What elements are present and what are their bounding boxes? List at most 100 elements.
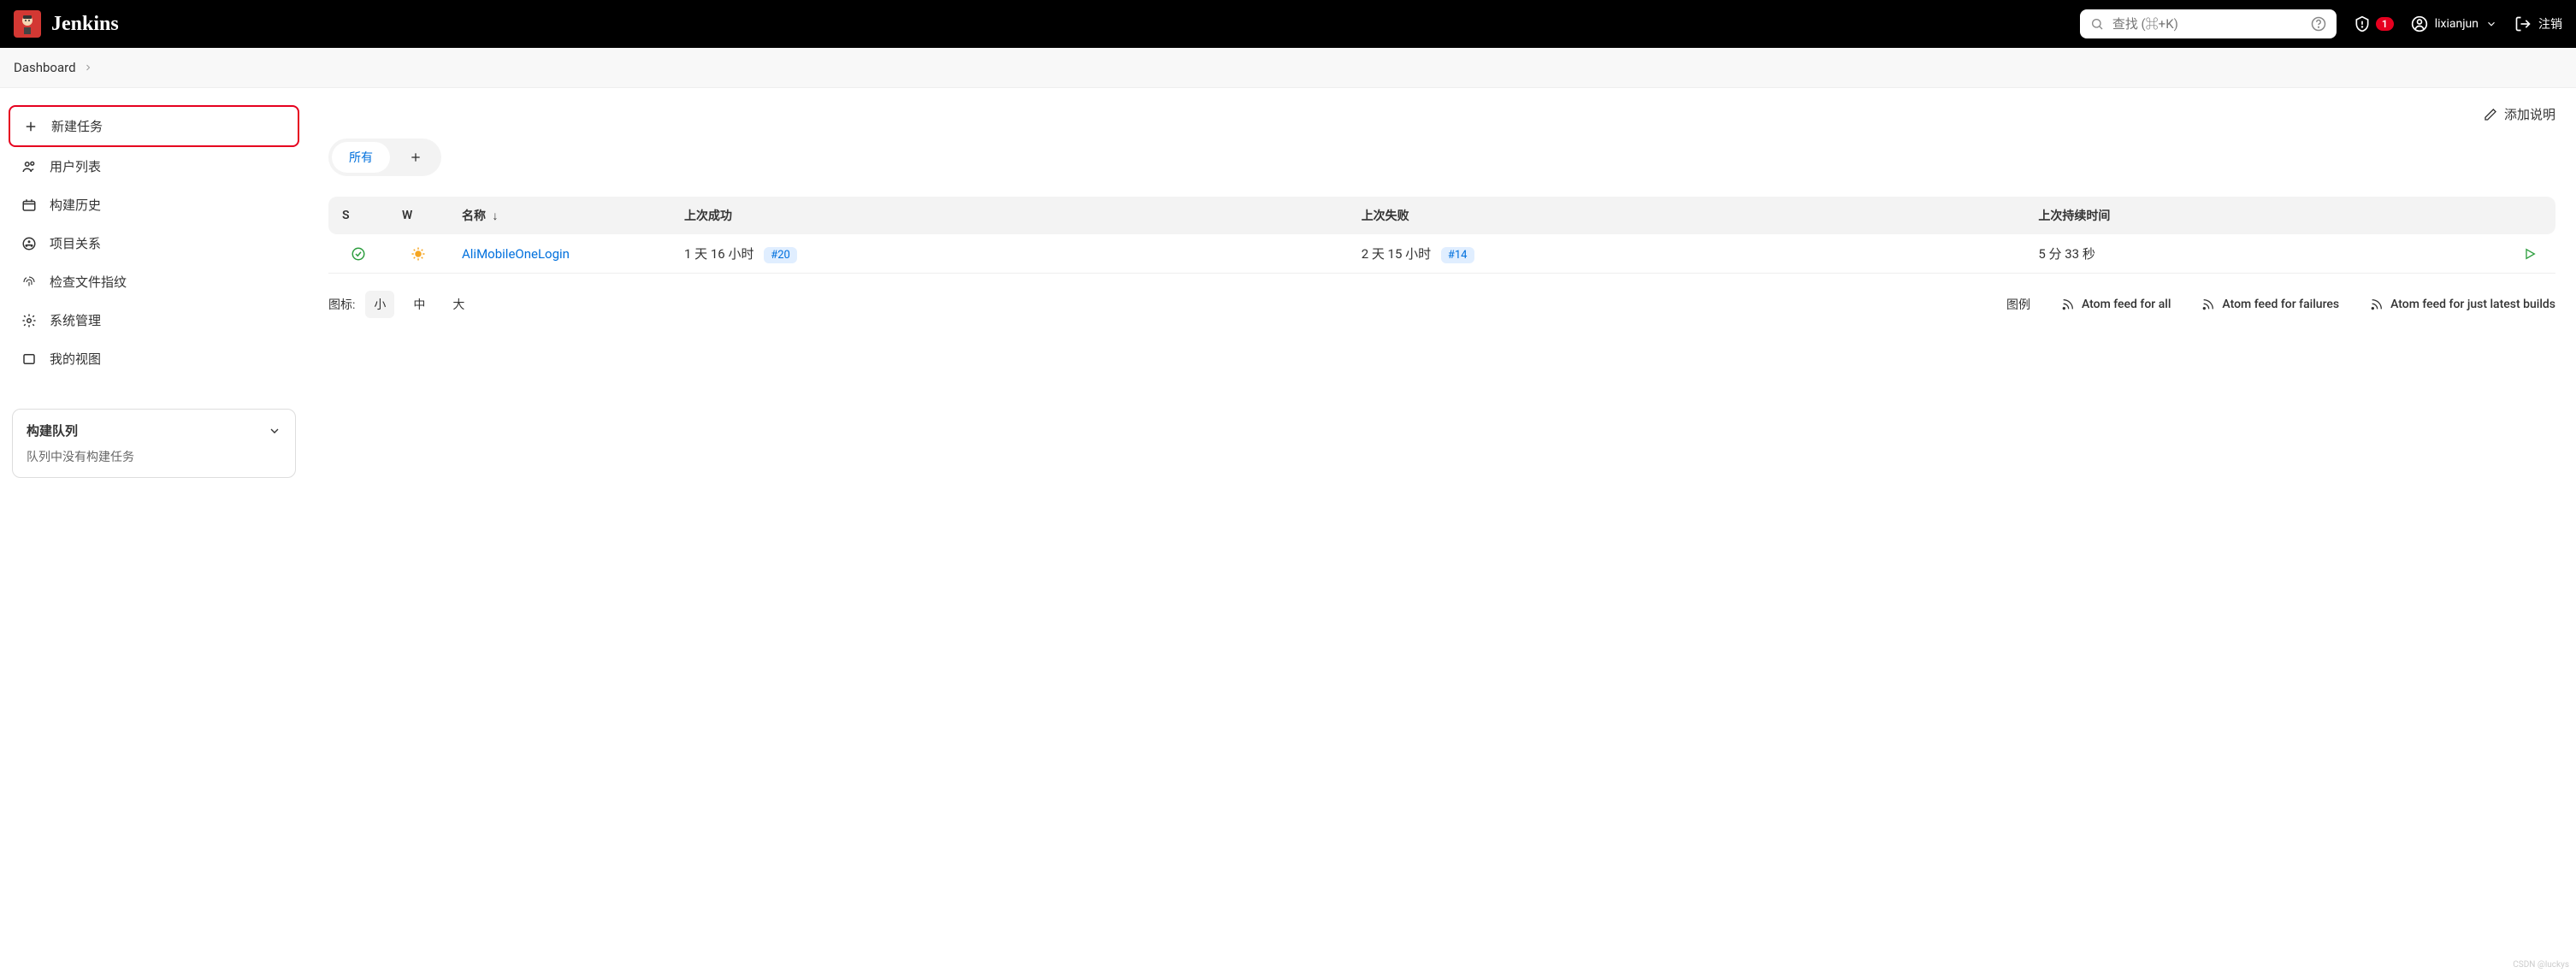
content: 添加说明 所有 S W 名称 ↓ 上次成功 上次失败 — [308, 88, 2576, 512]
sidebar-item-new-job[interactable]: 新建任务 — [9, 105, 299, 147]
build-badge-success[interactable]: #20 — [764, 247, 797, 263]
sun-icon — [411, 246, 426, 262]
legend-label: 图例 — [2006, 296, 2030, 313]
plus-icon — [409, 150, 422, 164]
build-queue-empty: 队列中没有构建任务 — [27, 448, 281, 465]
sidebar-item-label: 项目关系 — [50, 234, 101, 252]
sidebar-item-label: 我的视图 — [50, 350, 101, 368]
atom-failures-label: Atom feed for failures — [2222, 298, 2339, 311]
table-header-row: S W 名称 ↓ 上次成功 上次失败 上次持续时间 — [328, 197, 2555, 234]
add-desc-label: 添加说明 — [2504, 105, 2555, 123]
chevron-right-icon — [83, 62, 93, 73]
sidebar-item-build-history[interactable]: 构建历史 — [9, 186, 299, 224]
breadcrumb: Dashboard — [0, 48, 2576, 88]
sidebar-item-label: 用户列表 — [50, 157, 101, 175]
build-badge-failure[interactable]: #14 — [1441, 247, 1474, 263]
header: Jenkins 1 lixianjun — [0, 0, 2576, 48]
main-layout: 新建任务 用户列表 构建历史 项目关系 检查文件指纹 — [0, 88, 2576, 512]
search-box[interactable] — [2080, 9, 2337, 38]
header-left: Jenkins — [14, 10, 119, 38]
edit-icon — [2484, 108, 2497, 121]
duration-cell: 5 分 33 秒 — [2024, 234, 2504, 274]
icon-size-label: 图标: — [328, 296, 355, 313]
job-table: S W 名称 ↓ 上次成功 上次失败 上次持续时间 — [328, 197, 2555, 274]
shield-icon — [2354, 15, 2371, 32]
job-link[interactable]: AliMobileOneLogin — [462, 246, 570, 262]
sidebar-item-fingerprint[interactable]: 检查文件指纹 — [9, 262, 299, 301]
col-header-status[interactable]: S — [328, 197, 388, 234]
col-header-weather[interactable]: W — [388, 197, 448, 234]
sidebar-item-label: 检查文件指纹 — [50, 273, 127, 291]
col-header-last-success[interactable]: 上次成功 — [671, 197, 1348, 234]
col-header-action — [2504, 197, 2555, 234]
atom-failures-link[interactable]: Atom feed for failures — [2201, 298, 2339, 311]
build-queue-title: 构建队列 — [27, 422, 78, 439]
logout-icon — [2514, 15, 2532, 32]
view-icon — [21, 351, 38, 368]
atom-all-link[interactable]: Atom feed for all — [2061, 298, 2171, 311]
sidebar-item-relations[interactable]: 项目关系 — [9, 224, 299, 262]
relations-icon — [21, 235, 38, 252]
success-icon — [351, 246, 366, 262]
footer-links: 图例 Atom feed for all Atom feed for failu… — [2006, 296, 2555, 313]
size-small[interactable]: 小 — [365, 291, 394, 318]
rss-icon — [2370, 298, 2384, 311]
tab-add[interactable] — [393, 144, 438, 171]
rss-icon — [2061, 298, 2075, 311]
jenkins-logo[interactable] — [14, 10, 41, 38]
fingerprint-icon — [21, 274, 38, 291]
logout-button[interactable]: 注销 — [2514, 15, 2562, 32]
col-header-duration[interactable]: 上次持续时间 — [2024, 197, 2504, 234]
add-description-button[interactable]: 添加说明 — [2484, 105, 2555, 123]
col-header-name[interactable]: 名称 ↓ — [448, 197, 671, 234]
last-failure-time: 2 天 15 小时 — [1362, 246, 1431, 262]
last-failure-cell: 2 天 15 小时 #14 — [1348, 234, 2025, 274]
user-menu[interactable]: lixianjun — [2411, 15, 2497, 32]
breadcrumb-dashboard[interactable]: Dashboard — [14, 60, 76, 75]
atom-latest-label: Atom feed for just latest builds — [2390, 298, 2555, 311]
plus-icon — [22, 118, 39, 135]
atom-latest-link[interactable]: Atom feed for just latest builds — [2370, 298, 2555, 311]
build-queue-header[interactable]: 构建队列 — [27, 422, 281, 439]
sidebar-item-users[interactable]: 用户列表 — [9, 147, 299, 186]
jenkins-logo-icon — [15, 12, 39, 36]
help-icon[interactable] — [2311, 16, 2326, 32]
alert-indicator[interactable]: 1 — [2354, 15, 2394, 32]
sidebar-item-system-manage[interactable]: 系统管理 — [9, 301, 299, 339]
name-cell: AliMobileOneLogin — [448, 234, 671, 274]
status-cell — [328, 234, 388, 274]
user-icon — [2411, 15, 2428, 32]
atom-all-label: Atom feed for all — [2082, 298, 2171, 311]
history-icon — [21, 197, 38, 214]
content-header: 添加说明 — [328, 105, 2555, 123]
watermark: CSDN @luckys — [2513, 960, 2569, 970]
table-footer: 图标: 小 中 大 图例 Atom feed for all Atom feed… — [328, 291, 2555, 318]
build-queue-widget: 构建队列 队列中没有构建任务 — [12, 409, 296, 478]
legend-link[interactable]: 图例 — [2006, 296, 2030, 313]
last-success-time: 1 天 16 小时 — [684, 246, 753, 262]
size-large[interactable]: 大 — [444, 291, 473, 318]
weather-cell — [388, 234, 448, 274]
alert-count: 1 — [2376, 17, 2394, 31]
header-right: 1 lixianjun 注销 — [2080, 9, 2562, 38]
chevron-down-icon — [268, 424, 281, 438]
rss-icon — [2201, 298, 2215, 311]
icon-size-selector: 图标: 小 中 大 — [328, 291, 473, 318]
sidebar-item-label: 系统管理 — [50, 311, 101, 329]
search-icon — [2090, 17, 2104, 31]
size-medium[interactable]: 中 — [405, 291, 434, 318]
gear-icon — [21, 312, 38, 329]
last-success-cell: 1 天 16 小时 #20 — [671, 234, 1348, 274]
username: lixianjun — [2435, 17, 2479, 31]
sort-down-icon: ↓ — [492, 209, 498, 223]
tab-all[interactable]: 所有 — [332, 142, 390, 173]
sidebar-item-label: 构建历史 — [50, 196, 101, 214]
search-input[interactable] — [2112, 16, 2302, 32]
sidebar-item-my-views[interactable]: 我的视图 — [9, 339, 299, 378]
sidebar: 新建任务 用户列表 构建历史 项目关系 检查文件指纹 — [0, 88, 308, 512]
col-header-last-failure[interactable]: 上次失败 — [1348, 197, 2025, 234]
play-icon[interactable] — [2523, 247, 2537, 261]
sidebar-item-label: 新建任务 — [51, 117, 103, 135]
table-row: AliMobileOneLogin 1 天 16 小时 #20 2 天 15 小… — [328, 234, 2555, 274]
brand-text[interactable]: Jenkins — [51, 13, 119, 36]
